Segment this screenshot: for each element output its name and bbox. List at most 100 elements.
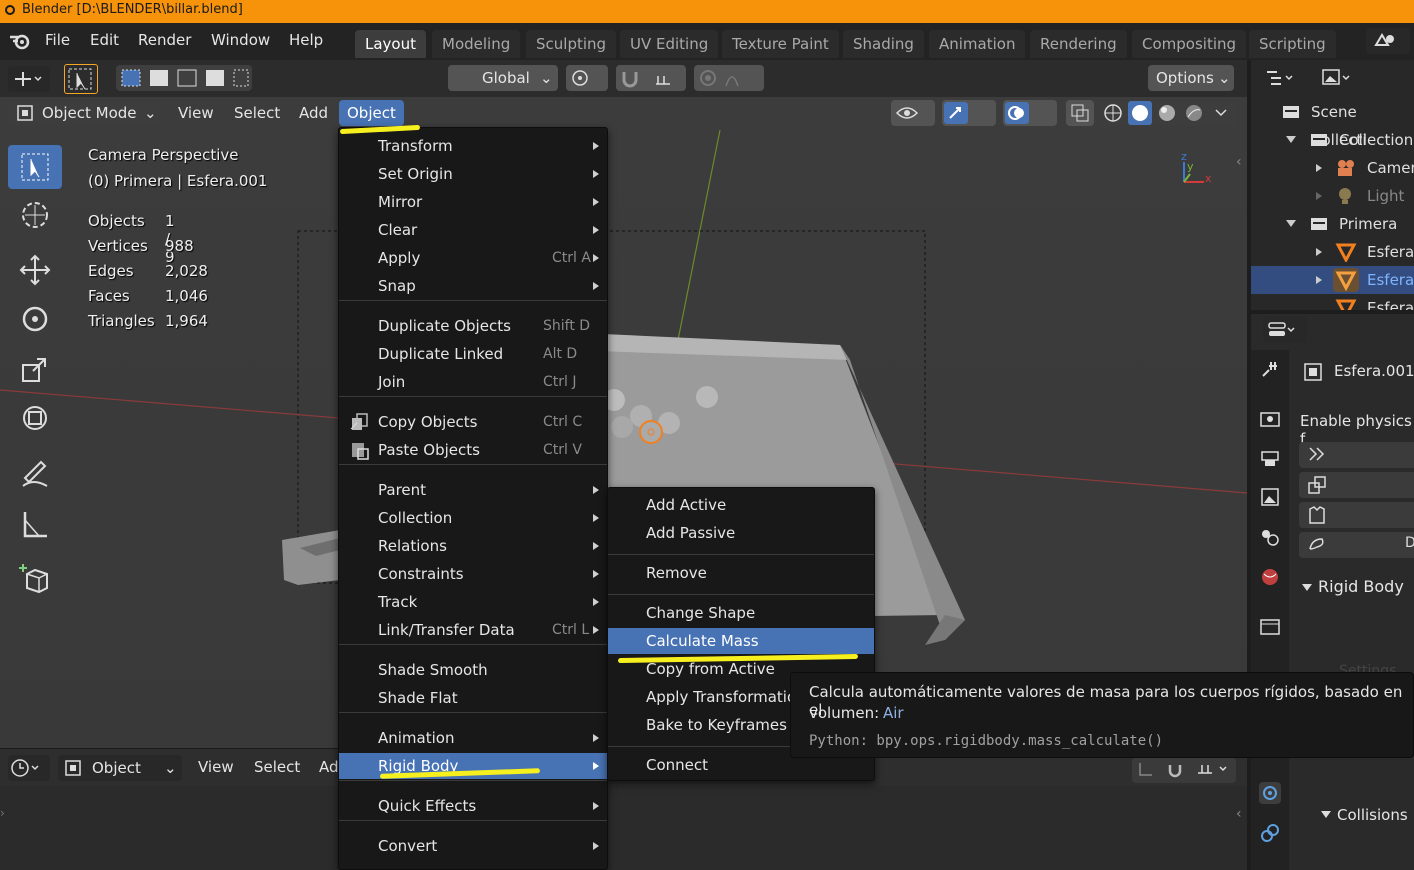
- object-menu-item-transform[interactable]: Transform: [339, 133, 607, 159]
- outliner-filter-button[interactable]: [1315, 65, 1361, 91]
- editor-type-button[interactable]: [8, 66, 50, 92]
- object-menu-item-duplicate-objects[interactable]: Duplicate Objects Shift D: [339, 313, 607, 339]
- object-menu-item-parent[interactable]: Parent: [339, 477, 607, 503]
- menu-file[interactable]: File: [45, 31, 70, 49]
- object-menu-item-shade-flat[interactable]: Shade Flat: [339, 685, 607, 711]
- menu-help[interactable]: Help: [289, 31, 323, 49]
- tool-rotate[interactable]: [8, 297, 62, 341]
- pivot-point-dropdown[interactable]: [566, 65, 608, 91]
- tab-sculpting[interactable]: Sculpting: [526, 30, 617, 58]
- tool-scale[interactable]: [8, 347, 62, 391]
- outliner-row-scene-collection[interactable]: Scene Collecti: [1251, 98, 1414, 149]
- object-menu-item-shade-smooth[interactable]: Shade Smooth: [339, 657, 607, 683]
- selection-mode-group[interactable]: [116, 65, 252, 91]
- shading-mode-group[interactable]: [1100, 100, 1236, 126]
- collisions-collapse-icon[interactable]: [1321, 811, 1331, 818]
- visibility-dropdown[interactable]: [891, 100, 935, 126]
- menu-window[interactable]: Window: [211, 31, 270, 49]
- tab-shading[interactable]: Shading: [843, 30, 924, 58]
- physics-tab-icon[interactable]: [1259, 782, 1281, 804]
- rigid-body-item-add-active[interactable]: Add Active: [608, 492, 874, 518]
- object-menu-item-paste-objects[interactable]: Paste Objects Ctrl V: [339, 437, 607, 463]
- collection-tab-icon[interactable]: [1259, 616, 1281, 638]
- physics-dynamic-paint-button[interactable]: D: [1299, 532, 1414, 558]
- object-menu-item-animation[interactable]: Animation: [339, 725, 607, 751]
- select-tool-indicator[interactable]: [64, 64, 98, 94]
- object-menu-item-relations[interactable]: Relations: [339, 533, 607, 559]
- output-tab-printer-icon[interactable]: [1259, 448, 1281, 470]
- properties-editor-type-button[interactable]: [1263, 317, 1307, 343]
- snap-toggle[interactable]: [616, 65, 686, 91]
- xray-toggle[interactable]: [1066, 100, 1094, 126]
- blender-menu-icon[interactable]: [8, 31, 32, 51]
- left-edge-arrow-icon[interactable]: ›: [0, 806, 5, 820]
- proportional-editing-toggle[interactable]: [694, 65, 764, 91]
- object-menu-item-mirror[interactable]: Mirror: [339, 189, 607, 215]
- tool-select-box[interactable]: [8, 145, 62, 189]
- menu-render[interactable]: Render: [138, 31, 191, 49]
- viewport-menu-select[interactable]: Select: [234, 100, 280, 126]
- tool-transform[interactable]: [8, 396, 62, 440]
- object-menu-item-clear[interactable]: Clear: [339, 217, 607, 243]
- object-menu-item-snap[interactable]: Snap: [339, 273, 607, 299]
- outliner-row-esfera[interactable]: Esfera: [1251, 238, 1414, 266]
- object-menu-item-convert[interactable]: Convert: [339, 833, 607, 859]
- tool-measure[interactable]: [8, 502, 62, 546]
- view-layer-tab-image-icon[interactable]: [1259, 486, 1281, 508]
- sidebar-toggle-chevron-icon[interactable]: ‹: [1236, 154, 1242, 170]
- constraints-tab-icon[interactable]: [1259, 822, 1281, 844]
- tab-animation[interactable]: Animation: [929, 30, 1026, 58]
- rigid-body-item-remove[interactable]: Remove: [608, 560, 874, 586]
- menu-edit[interactable]: Edit: [90, 31, 119, 49]
- object-menu-item-collection[interactable]: Collection: [339, 505, 607, 531]
- expand-triangle-icon[interactable]: [1316, 192, 1322, 200]
- tab-texture-paint[interactable]: Texture Paint: [722, 30, 839, 58]
- object-menu-item-set-origin[interactable]: Set Origin: [339, 161, 607, 187]
- transform-orientation-dropdown[interactable]: Global ⌄: [448, 65, 558, 91]
- object-menu-item-copy-objects[interactable]: Copy Objects Ctrl C: [339, 409, 607, 435]
- viewport-menu-view[interactable]: View: [178, 100, 214, 126]
- rigid-body-panel-header[interactable]: Rigid Body: [1318, 577, 1404, 596]
- timeline-editor-type-button[interactable]: [8, 755, 50, 781]
- object-menu-item-quick-effects[interactable]: Quick Effects: [339, 793, 607, 819]
- outliner-row-light[interactable]: Light: [1251, 182, 1414, 210]
- physics-cloth-button[interactable]: [1299, 502, 1414, 528]
- rigid-body-item-add-passive[interactable]: Add Passive: [608, 520, 874, 546]
- rigid-body-item-change-shape[interactable]: Change Shape: [608, 600, 874, 626]
- timeline-menu-select[interactable]: Select: [254, 754, 300, 780]
- timeline-mode-dropdown[interactable]: Object ⌄: [58, 755, 182, 781]
- outliner-row-esfera-selected[interactable]: Esfera: [1251, 266, 1414, 294]
- tab-uv-editing[interactable]: UV Editing: [620, 30, 719, 58]
- render-tab-camera-icon[interactable]: [1259, 408, 1281, 430]
- tool-annotate[interactable]: [8, 452, 62, 496]
- timeline-menu-add[interactable]: Ad: [319, 754, 339, 780]
- viewport-menu-object[interactable]: Object: [339, 100, 404, 126]
- tab-scripting[interactable]: Scripting: [1249, 30, 1336, 58]
- scene-tab-icon[interactable]: [1259, 526, 1281, 548]
- overlays-toggle[interactable]: [1003, 100, 1057, 126]
- tab-modeling[interactable]: Modeling: [432, 30, 521, 58]
- viewport-menu-add[interactable]: Add: [299, 100, 328, 126]
- tab-compositing[interactable]: Compositing: [1132, 30, 1247, 58]
- expand-triangle-icon[interactable]: [1316, 276, 1322, 284]
- object-menu-item-apply[interactable]: Apply Ctrl A: [339, 245, 607, 271]
- axis-gizmo[interactable]: z y x: [1176, 150, 1216, 190]
- object-menu-item-duplicate-linked[interactable]: Duplicate Linked Alt D: [339, 341, 607, 367]
- expand-triangle-icon[interactable]: [1316, 248, 1322, 256]
- tool-cursor[interactable]: [8, 193, 62, 237]
- collisions-panel-header[interactable]: Collisions: [1337, 806, 1408, 824]
- physics-collision-button[interactable]: [1299, 472, 1414, 498]
- outliner-row-collection[interactable]: Collection: [1251, 126, 1414, 154]
- world-tab-globe-icon[interactable]: [1259, 566, 1281, 588]
- timeline-menu-view[interactable]: View: [198, 754, 234, 780]
- rigid-body-collapse-icon[interactable]: [1302, 584, 1312, 591]
- expand-triangle-icon[interactable]: [1316, 164, 1322, 172]
- outliner-row-camera[interactable]: Camer: [1251, 154, 1414, 182]
- object-menu-item-track[interactable]: Track: [339, 589, 607, 615]
- outliner-row-esfera-partial[interactable]: Esfera: [1251, 294, 1414, 310]
- options-dropdown[interactable]: Options ⌄: [1148, 65, 1234, 91]
- physics-force-field-button[interactable]: [1299, 442, 1414, 468]
- expand-triangle-icon[interactable]: [1286, 220, 1296, 227]
- timeline-sidebar-chevron-icon[interactable]: ‹: [1236, 806, 1242, 822]
- object-menu-item-join[interactable]: Join Ctrl J: [339, 369, 607, 395]
